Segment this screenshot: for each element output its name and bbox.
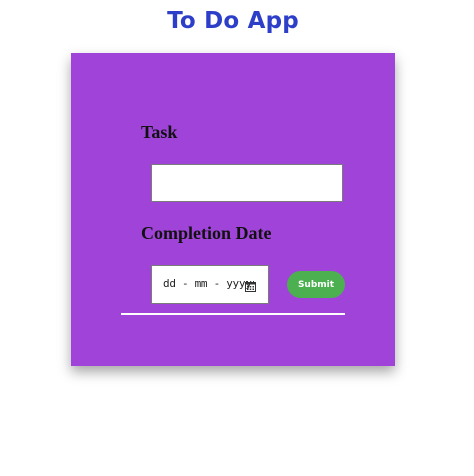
- task-input[interactable]: [151, 164, 343, 202]
- app-title: To Do App: [167, 8, 299, 34]
- date-placeholder: dd - mm - yyyy: [163, 277, 252, 290]
- calendar-icon[interactable]: [245, 279, 256, 292]
- completion-date-label: Completion Date: [141, 223, 272, 243]
- task-label: Task: [141, 122, 178, 142]
- completion-date-input[interactable]: dd - mm - yyyy: [151, 265, 269, 304]
- submit-button[interactable]: Submit: [287, 271, 345, 298]
- divider: [121, 313, 345, 315]
- todo-form-card: Task Completion Date dd - mm - yyyy Subm…: [71, 53, 395, 366]
